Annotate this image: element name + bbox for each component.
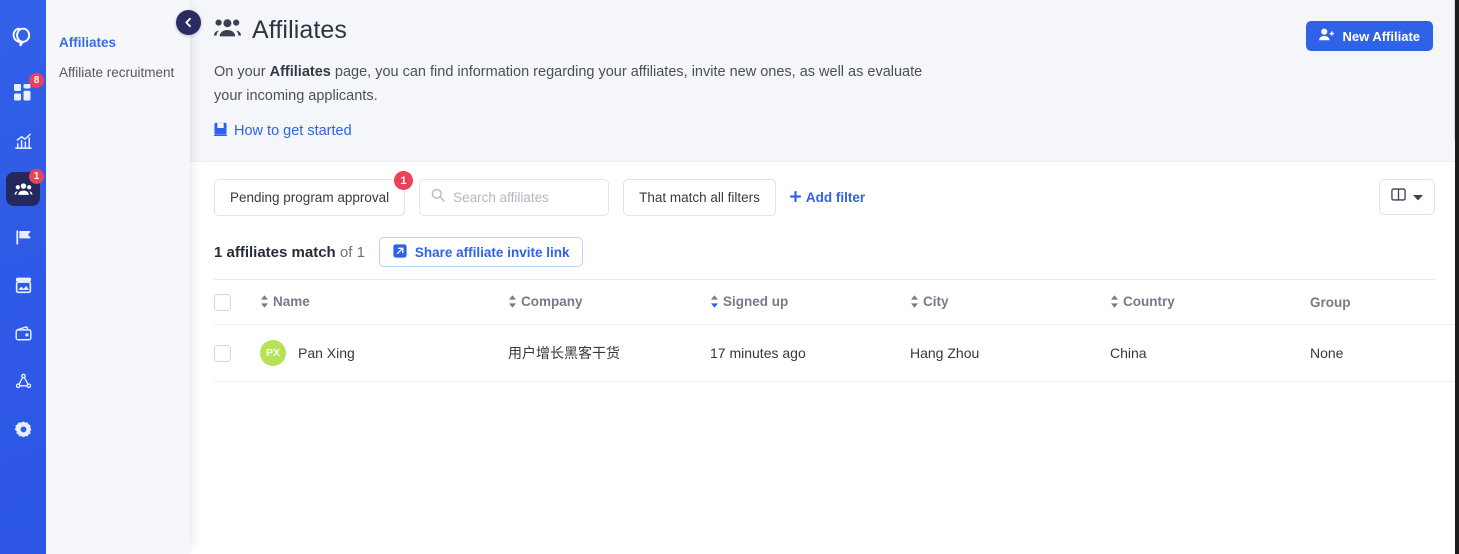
sidebar-item-settings[interactable]: [6, 412, 40, 446]
column-header-name[interactable]: Name: [260, 280, 508, 325]
column-header-signed-up[interactable]: Signed up: [710, 280, 910, 325]
sidebar-badge-dashboard: 8: [29, 73, 44, 88]
column-header-signed-up-label: Signed up: [723, 294, 789, 310]
column-header-country-label: Country: [1123, 294, 1175, 310]
sidebar-item-affiliates-link[interactable]: Affiliates: [59, 28, 190, 58]
collapse-sidebar-button[interactable]: [176, 10, 201, 35]
book-icon: [214, 122, 227, 140]
user-plus-icon: [1319, 28, 1335, 44]
column-header-company[interactable]: Company: [508, 280, 710, 325]
columns-settings-button[interactable]: [1379, 179, 1435, 215]
avatar: PX: [260, 340, 286, 366]
sidebar-item-payouts[interactable]: [6, 316, 40, 350]
row-checkbox[interactable]: [214, 344, 231, 362]
share-affiliate-invite-link-label: Share affiliate invite link: [414, 244, 570, 260]
sidebar-badge-affiliates: 1: [29, 169, 44, 184]
primary-sidebar: 8 1: [0, 0, 46, 554]
column-header-country[interactable]: Country: [1110, 280, 1310, 325]
users-group-icon: [214, 17, 241, 45]
sort-icon-signed-up: [710, 295, 719, 311]
column-header-city-label: City: [923, 294, 949, 310]
sidebar-item-affiliates[interactable]: 1: [6, 169, 44, 206]
plus-icon: [789, 190, 801, 205]
name-cell: PX Pan Xing: [260, 340, 508, 366]
column-header-name-label: Name: [273, 294, 310, 310]
search-icon: [431, 188, 445, 207]
page-description: On your Affiliates page, you can find in…: [214, 60, 924, 108]
table-header-row: Name Company Signed up City Country Grou…: [214, 280, 1459, 325]
chevron-left-icon: [185, 17, 191, 28]
filter-toolbar: Pending program approval 1 That match al…: [190, 162, 1459, 216]
sidebar-item-campaigns[interactable]: [6, 220, 40, 254]
chevron-down-icon: [1413, 188, 1423, 206]
new-affiliate-button[interactable]: New Affiliate: [1306, 21, 1433, 51]
column-header-group: Group: [1310, 280, 1459, 325]
sort-icon-name: [260, 295, 269, 311]
results-count-bold: 1 affiliates match: [214, 243, 336, 261]
results-count: 1 affiliates match of 1: [214, 244, 365, 261]
filter-pill-badge: 1: [394, 171, 414, 190]
cell-city: Hang Zhou: [910, 324, 1110, 382]
main-content: Affiliates On your Affiliates page, you …: [190, 0, 1459, 554]
sidebar-item-network[interactable]: [6, 364, 40, 398]
sort-icon-company: [508, 295, 517, 311]
columns-icon: [1391, 187, 1406, 207]
cell-country: China: [1110, 324, 1310, 382]
window-edge-strip: [1455, 0, 1459, 554]
page-description-part1: On your: [214, 64, 270, 80]
results-summary-row: 1 affiliates match of 1 Share affiliate …: [214, 216, 1435, 280]
table-row[interactable]: PX Pan Xing 用户增长黑客干货 17 minutes ago Hang…: [214, 324, 1459, 382]
app-logo[interactable]: [8, 22, 38, 52]
sidebar-item-analytics[interactable]: [6, 124, 40, 158]
page-description-bold: Affiliates: [269, 64, 331, 80]
match-all-filters-button[interactable]: That match all filters: [623, 179, 776, 216]
new-affiliate-label: New Affiliate: [1342, 28, 1420, 44]
affiliates-table: Name Company Signed up City Country Grou…: [214, 280, 1459, 382]
filter-pending-program-approval[interactable]: Pending program approval 1: [214, 171, 414, 216]
search-affiliates-box[interactable]: [419, 179, 610, 216]
external-link-icon: [393, 243, 407, 261]
share-affiliate-invite-link-button[interactable]: Share affiliate invite link: [378, 237, 584, 267]
page-header: Affiliates On your Affiliates page, you …: [190, 0, 1459, 162]
table-body: PX Pan Xing 用户增长黑客干货 17 minutes ago Hang…: [214, 324, 1459, 382]
column-header-city[interactable]: City: [910, 280, 1110, 325]
sort-icon-country: [1110, 295, 1119, 311]
search-input[interactable]: [453, 190, 598, 205]
sidebar-item-media[interactable]: [6, 268, 40, 302]
select-all-header: [214, 280, 260, 325]
match-all-filters-label: That match all filters: [639, 190, 760, 205]
how-to-get-started-label: How to get started: [234, 123, 352, 139]
table-head: Name Company Signed up City Country Grou…: [214, 280, 1459, 325]
page-title: Affiliates: [252, 16, 348, 44]
filter-pill-label: Pending program approval: [230, 190, 390, 205]
affiliate-name[interactable]: Pan Xing: [298, 345, 355, 361]
cell-signed-up: 17 minutes ago: [710, 324, 910, 382]
secondary-sidebar: Affiliates Affiliate recruitment: [46, 0, 190, 554]
cell-name: PX Pan Xing: [260, 324, 508, 382]
row-select-cell: [214, 324, 260, 382]
app-root: 8 1 Affiliates Affiliate recruitment Aff…: [0, 0, 1459, 554]
add-filter-button[interactable]: Add filter: [789, 190, 866, 205]
results-count-rest: of 1: [335, 243, 365, 261]
title-row: Affiliates: [214, 16, 1435, 45]
column-header-group-label: Group: [1310, 295, 1351, 310]
column-header-company-label: Company: [521, 294, 583, 310]
select-all-checkbox[interactable]: [214, 294, 231, 311]
sort-icon-city: [910, 295, 919, 311]
add-filter-label: Add filter: [805, 190, 866, 205]
sidebar-item-affiliate-recruitment[interactable]: Affiliate recruitment: [59, 58, 190, 88]
sidebar-item-dashboard[interactable]: 8: [6, 73, 44, 110]
cell-group: None: [1310, 324, 1459, 382]
how-to-get-started-link[interactable]: How to get started: [214, 122, 352, 140]
cell-company: 用户增长黑客干货: [508, 324, 710, 382]
